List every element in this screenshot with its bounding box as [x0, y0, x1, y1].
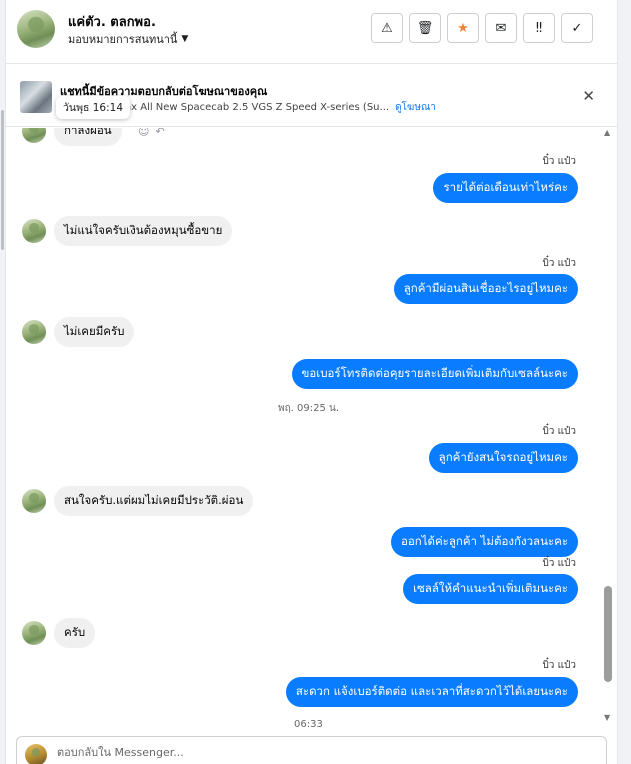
message-thread[interactable]: กำลังผ่อน ☺ ↶ บิ๋ว แป๋ว รายได้ต่อเดือนเท…: [6, 128, 617, 728]
trash-icon[interactable]: 🗑: [409, 13, 441, 43]
mail-icon[interactable]: ✉: [485, 13, 517, 43]
emoji-react-icon[interactable]: ☺: [138, 128, 149, 138]
left-panel-scrollbar[interactable]: [1, 110, 4, 250]
star-icon[interactable]: ★: [447, 13, 479, 43]
right-panel-edge: [617, 0, 631, 764]
incoming-message: ไม่เคยมีครับ: [22, 317, 135, 347]
outgoing-message[interactable]: ขอเบอร์โทรติดต่อคุยรายละเอียดเพิ่มเติมกั…: [291, 359, 578, 389]
message-bubble[interactable]: ไม่แน่ใจครับเงินต้องหมุนซื้อขาย: [54, 216, 233, 246]
timestamp-tooltip: วันพุธ 16:14: [56, 96, 131, 119]
reply-composer: [16, 736, 607, 764]
outgoing-message[interactable]: เซลล์ให้คำแนะนำเพิ่มเติมนะคะ: [403, 574, 578, 604]
date-separator: พฤ. 09:25 น.: [278, 403, 340, 414]
outgoing-message[interactable]: ออกได้ค่ะลูกค้า ไม่ต้องกังวลนะคะ: [390, 527, 578, 557]
conversation-header: แค่ตัว. ตลกพอ. มอบหมายการสนทนานี้ ▼ ⚠ 🗑 …: [6, 0, 617, 64]
time-separator: 06:33: [294, 719, 323, 728]
ad-product-name: ax All New Spacecab 2.5 VGS Z Speed X-se…: [125, 102, 390, 113]
seen-by-label: บิ๋ว แป๋ว: [542, 156, 576, 167]
outgoing-message[interactable]: รายได้ต่อเดือนเท่าไหร่คะ: [433, 173, 578, 203]
incoming-message: ไม่แน่ใจครับเงินต้องหมุนซื้อขาย: [22, 216, 233, 246]
scrollbar-thumb[interactable]: [604, 586, 612, 682]
contact-name[interactable]: แค่ตัว. ตลกพอ.: [68, 11, 156, 32]
seen-by-label: บิ๋ว แป๋ว: [542, 426, 576, 437]
incoming-message: สนใจครับ.แต่ผมไม่เคยมีประวัติ.ผ่อน: [22, 486, 254, 516]
scroll-up-arrow-icon[interactable]: ▲: [604, 128, 610, 137]
ad-thumbnail[interactable]: [20, 81, 52, 113]
contact-avatar[interactable]: [17, 10, 55, 48]
reply-input[interactable]: [57, 746, 577, 759]
check-icon[interactable]: ✓: [561, 13, 593, 43]
contact-avatar-small: [22, 489, 46, 513]
view-ad-link[interactable]: ดูโฆษณา: [395, 102, 436, 113]
contact-avatar-small: [22, 320, 46, 344]
thread-scrollbar[interactable]: ▲ ▼: [601, 128, 615, 726]
caret-down-icon: ▼: [181, 34, 189, 44]
outgoing-message[interactable]: ลูกค้ายังสนใจรถอยู่ไหมคะ: [428, 443, 578, 473]
ad-subtitle: ax All New Spacecab 2.5 VGS Z Speed X-se…: [125, 100, 436, 115]
seen-by-label: บิ๋ว แป๋ว: [542, 558, 576, 569]
message-bubble[interactable]: ไม่เคยมีครับ: [54, 317, 135, 347]
page-avatar: [25, 744, 47, 764]
contact-avatar-small: [22, 219, 46, 243]
warning-icon[interactable]: ⚠: [371, 13, 403, 43]
priority-icon[interactable]: ‼: [523, 13, 555, 43]
contact-avatar-small: [22, 621, 46, 645]
outgoing-message[interactable]: สะดวก แจ้งเบอร์ติดต่อ และเวลาที่สะดวกไว้…: [285, 677, 578, 707]
reply-icon[interactable]: ↶: [155, 128, 164, 138]
header-toolbar: ⚠ 🗑 ★ ✉ ‼ ✓: [371, 13, 593, 43]
scroll-down-arrow-icon[interactable]: ▼: [604, 713, 610, 722]
message-bubble[interactable]: สนใจครับ.แต่ผมไม่เคยมีประวัติ.ผ่อน: [54, 486, 254, 516]
assign-conversation-dropdown[interactable]: มอบหมายการสนทนานี้ ▼: [68, 30, 188, 48]
seen-by-label: บิ๋ว แป๋ว: [542, 258, 576, 269]
contact-avatar-small: [22, 128, 46, 143]
incoming-message: ครับ: [22, 618, 96, 648]
incoming-message: กำลังผ่อน: [22, 128, 122, 146]
assign-label: มอบหมายการสนทนานี้: [68, 33, 178, 46]
outgoing-message[interactable]: ลูกค้ามีผ่อนสินเชื่ออะไรอยู่ไหมคะ: [393, 274, 578, 304]
message-bubble[interactable]: กำลังผ่อน: [54, 128, 122, 146]
close-icon[interactable]: ✕: [582, 87, 595, 105]
seen-by-label: บิ๋ว แป๋ว: [542, 660, 576, 671]
message-actions: ☺ ↶: [138, 128, 165, 138]
message-bubble[interactable]: ครับ: [54, 618, 96, 648]
